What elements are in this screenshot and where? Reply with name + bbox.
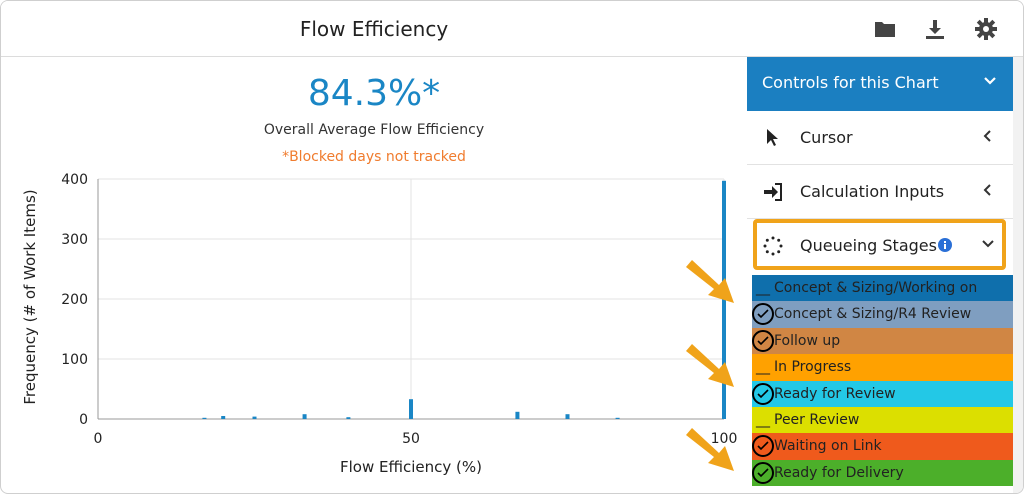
- histogram-bar: [722, 180, 726, 419]
- folder-icon[interactable]: [873, 17, 897, 41]
- queueing-stage-label: Concept & Sizing/Working on: [774, 280, 978, 296]
- gear-icon[interactable]: [974, 17, 998, 41]
- y-tick-label: 0: [79, 412, 88, 428]
- controls-header-label: Controls for this Chart: [762, 73, 939, 92]
- sign-in-icon: [763, 182, 783, 202]
- x-tick-label: 100: [711, 431, 738, 447]
- histogram-bar: [615, 417, 620, 419]
- histogram-bar: [252, 416, 257, 419]
- check-circle-icon: [752, 329, 774, 352]
- histogram-bar: [515, 411, 520, 419]
- check-circle-icon: [752, 382, 774, 405]
- queueing-stage-item[interactable]: __ Concept & Sizing/Working on: [752, 275, 1018, 302]
- scrollbar[interactable]: [1013, 57, 1023, 493]
- title-bar: Flow Efficiency: [1, 1, 1023, 57]
- section-cursor[interactable]: Cursor: [747, 111, 1013, 165]
- queueing-stage-label: Peer Review: [774, 411, 860, 428]
- chart-window: Flow Efficiency 84.3%* Overall Average F…: [0, 0, 1024, 494]
- download-icon[interactable]: [923, 17, 947, 41]
- y-axis-title: Frequency (# of Work Items): [21, 189, 39, 404]
- cursor-icon: [763, 128, 783, 148]
- histogram-bar: [202, 417, 207, 419]
- chart-controls-panel: Controls for this Chart Cursor Calculati…: [747, 57, 1018, 493]
- section-cursor-label: Cursor: [800, 128, 853, 147]
- x-axis-title: Flow Efficiency (%): [340, 458, 482, 476]
- check-circle-icon: [752, 435, 774, 458]
- queueing-stage-label: Follow up: [774, 332, 841, 349]
- queueing-stage-list: __ Concept & Sizing/Working on Concept & S…: [752, 275, 1018, 487]
- x-tick-label: 0: [94, 431, 103, 447]
- check-circle-icon: [752, 303, 774, 326]
- queueing-stage-item[interactable]: Waiting on Link: [752, 433, 1018, 460]
- queueing-stage-label: Waiting on Link: [774, 438, 882, 455]
- histogram-bar: [409, 399, 413, 419]
- chart-area: 84.3%* Overall Average Flow Efficiency *…: [1, 57, 747, 494]
- histogram-bar: [565, 414, 570, 419]
- y-tick-label: 100: [61, 352, 88, 368]
- queueing-stage-label: Concept & Sizing/R4 Review: [774, 306, 972, 323]
- y-tick-label: 300: [61, 232, 88, 248]
- controls-header[interactable]: Controls for this Chart: [747, 57, 1013, 111]
- unchecked-mark: __: [756, 280, 770, 296]
- x-tick-label: 50: [402, 431, 420, 447]
- queueing-stages-highlight: [753, 219, 1006, 270]
- queueing-stage-item[interactable]: __ Peer Review: [752, 406, 1018, 434]
- unchecked-mark: __: [756, 359, 770, 376]
- queueing-stage-item[interactable]: __ In Progress: [752, 354, 1018, 381]
- histogram-bar: [302, 414, 307, 419]
- unchecked-mark: __: [756, 411, 770, 428]
- queueing-stage-item[interactable]: Ready for Delivery: [752, 459, 1018, 487]
- queueing-stage-label: Ready for Delivery: [774, 464, 904, 481]
- queueing-stage-label: In Progress: [774, 359, 852, 376]
- section-calculation-inputs[interactable]: Calculation Inputs: [747, 165, 1013, 219]
- histogram-bar: [346, 417, 351, 419]
- histogram-chart[interactable]: 0 100 200 300 400 0 50 100 Flow Efficiency (%) Fr…: [1, 57, 747, 494]
- queueing-stage-item[interactable]: Follow up: [752, 327, 1018, 355]
- queueing-stage-item[interactable]: Ready for Review: [752, 380, 1018, 407]
- y-tick-label: 400: [61, 172, 88, 188]
- queueing-stage-item[interactable]: Concept & Sizing/R4 Review: [752, 301, 1018, 328]
- chevron-down-icon: [983, 73, 997, 92]
- chevron-left-icon: [981, 128, 995, 147]
- chevron-left-icon: [981, 182, 995, 201]
- page-title: Flow Efficiency: [299, 17, 449, 41]
- queueing-stage-label: Ready for Review: [774, 385, 896, 402]
- check-circle-icon: [752, 461, 774, 484]
- section-calculation-inputs-label: Calculation Inputs: [800, 182, 945, 201]
- y-tick-label: 200: [61, 292, 88, 308]
- histogram-bar: [221, 416, 226, 419]
